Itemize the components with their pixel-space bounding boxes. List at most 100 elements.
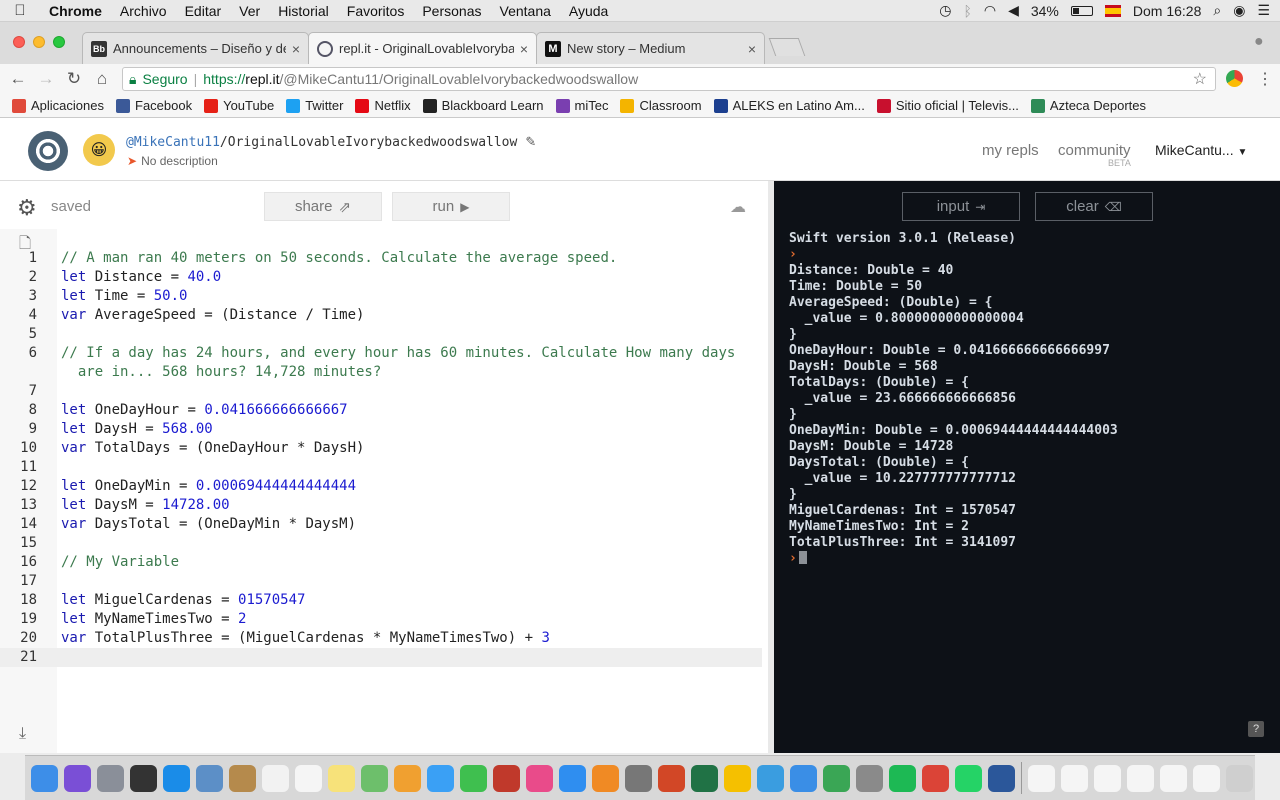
codeblocks-icon[interactable] <box>757 764 784 792</box>
volume-icon[interactable]: ◀ <box>1008 2 1019 19</box>
user-menu[interactable]: MikeCantu... ▼ <box>1155 142 1247 158</box>
pages-icon[interactable] <box>856 764 883 792</box>
edit-pencil-icon[interactable]: ✎ <box>525 135 536 150</box>
photos-icon[interactable] <box>394 764 421 792</box>
new-tab-button[interactable] <box>768 38 806 56</box>
avatar[interactable]: 😀︎ <box>83 134 115 166</box>
window-thumbnail-icon[interactable] <box>1061 764 1088 792</box>
code-line[interactable]: 15 <box>0 534 762 553</box>
address-bar[interactable]: 🔒︎ Seguro | https://repl.it/@MikeCantu11… <box>122 67 1216 91</box>
chrome-icon[interactable] <box>922 764 949 792</box>
replit-logo[interactable] <box>28 131 68 171</box>
tab-medium[interactable]: M New story – Medium × <box>536 32 765 64</box>
code-line[interactable]: 20 var TotalPlusThree = (MiguelCardenas *… <box>0 629 762 648</box>
menu-item-editar[interactable]: Editar <box>176 3 231 19</box>
code-line[interactable]: 14 var DaysTotal = (OneDayMin * DaysM) <box>0 515 762 534</box>
spotlight-search-icon[interactable]: ⌕ <box>1213 2 1221 19</box>
photo-booth-icon[interactable] <box>493 764 520 792</box>
code-line[interactable]: 18 let MiguelCardenas = 01570547 <box>0 591 762 610</box>
repl-name[interactable]: /OriginalLovableIvorybackedwoodswallow <box>220 135 517 150</box>
download-icon[interactable]: ⤓ <box>19 725 26 743</box>
wifi-icon[interactable]: ◠ <box>984 2 996 19</box>
share-button[interactable]: share ⇗ <box>264 192 382 221</box>
app-store-icon[interactable] <box>559 764 586 792</box>
input-source-flag-icon[interactable] <box>1104 4 1121 17</box>
window-thumbnail-icon[interactable] <box>1094 764 1121 792</box>
tab-announcements[interactable]: Bb Announcements – Diseño y de × <box>82 32 309 64</box>
menu-item-archivo[interactable]: Archivo <box>111 3 176 19</box>
spotify-icon[interactable] <box>889 764 916 792</box>
console-pane[interactable]: input ⇥ clear ⌫ Swift version 3.0.1 (Rel… <box>774 181 1280 753</box>
close-tab-icon[interactable]: × <box>292 41 300 57</box>
bluetooth-icon[interactable]: ᛒ <box>963 3 971 19</box>
powerpoint-icon[interactable] <box>658 764 685 792</box>
notification-center-icon[interactable]: ☰ <box>1257 2 1270 19</box>
bookmark-star-icon[interactable]: ☆ <box>1193 69 1207 89</box>
bookmark-youtube[interactable]: YouTube <box>204 98 274 113</box>
stickies-icon[interactable] <box>328 764 355 792</box>
code-line[interactable]: 1 // A man ran 40 meters on 50 seconds. C… <box>0 249 762 268</box>
bookmark-blackboard[interactable]: Blackboard Learn <box>422 98 544 113</box>
forward-icon[interactable]: → <box>32 69 60 89</box>
window-thumbnail-icon[interactable] <box>1127 764 1154 792</box>
help-button[interactable]: ? <box>1248 721 1264 737</box>
battery-icon[interactable] <box>1070 5 1093 16</box>
run-button[interactable]: run ▶ <box>392 192 510 221</box>
close-tab-icon[interactable]: × <box>748 41 756 57</box>
bookmark-azteca[interactable]: Azteca Deportes <box>1030 98 1146 113</box>
code-line[interactable]: 5 <box>0 325 762 344</box>
code-line[interactable]: 6 // If a day has 24 hours, and every hou… <box>0 344 762 382</box>
code-line[interactable]: 2 let Distance = 40.0 <box>0 268 762 287</box>
maps-icon[interactable] <box>361 764 388 792</box>
finder-icon[interactable] <box>31 764 58 792</box>
code-line[interactable]: 8 let OneDayHour = 0.041666666666667 <box>0 401 762 420</box>
keynote-icon[interactable] <box>790 764 817 792</box>
mission-control-icon[interactable] <box>130 764 157 792</box>
chrome-cast-extension-icon[interactable] <box>1226 70 1243 87</box>
code-line[interactable]: 12 let OneDayMin = 0.00069444444444444 <box>0 477 762 496</box>
input-button[interactable]: input ⇥ <box>902 192 1020 221</box>
repl-owner-link[interactable]: @MikeCantu11 <box>126 135 220 150</box>
close-tab-icon[interactable]: × <box>520 41 528 57</box>
window-thumbnail-icon[interactable] <box>1160 764 1187 792</box>
code-line[interactable]: 16 // My Variable <box>0 553 762 572</box>
siri-menu-icon[interactable]: ◉ <box>1233 2 1245 19</box>
messages-icon[interactable] <box>427 764 454 792</box>
bookmark-televisa[interactable]: Sitio oficial | Televis... <box>876 98 1019 113</box>
system-preferences-icon[interactable] <box>625 764 652 792</box>
home-icon[interactable]: ⌂ <box>88 69 116 89</box>
menu-item-ayuda[interactable]: Ayuda <box>560 3 617 19</box>
close-window-button[interactable] <box>13 36 25 48</box>
code-line[interactable]: 10 var TotalDays = (OneDayHour * DaysH) <box>0 439 762 458</box>
bookmark-netflix[interactable]: Netflix <box>355 98 411 113</box>
nav-community[interactable]: community <box>1058 142 1131 159</box>
console-cursor[interactable] <box>798 551 807 564</box>
calendar-icon[interactable] <box>262 764 289 792</box>
apple-icon[interactable]:  <box>0 2 40 19</box>
code-line[interactable]: 3 let Time = 50.0 <box>0 287 762 306</box>
back-icon[interactable]: ← <box>4 69 32 89</box>
bookmark-classroom[interactable]: Classroom <box>620 98 702 113</box>
clear-button[interactable]: clear ⌫ <box>1035 192 1153 221</box>
trash-icon[interactable] <box>1226 764 1253 792</box>
bookmark-apps-grid[interactable]: Aplicaciones <box>12 98 104 113</box>
menu-item-historial[interactable]: Historial <box>269 3 338 19</box>
window-thumbnail-icon[interactable] <box>1028 764 1055 792</box>
tab-replit[interactable]: repl.it - OriginalLovableIvoryba × <box>308 32 537 64</box>
numbers-icon[interactable] <box>823 764 850 792</box>
preview-icon[interactable] <box>196 764 223 792</box>
menu-item-ventana[interactable]: Ventana <box>491 3 560 19</box>
gear-icon[interactable]: ⚙ <box>17 195 37 221</box>
cloud-upload-icon[interactable]: ☁ <box>730 197 746 217</box>
nav-my-repls[interactable]: my repls <box>982 142 1039 159</box>
code-line[interactable]: 9 let DaysH = 568.00 <box>0 420 762 439</box>
chrome-menu-icon[interactable]: ⋮ <box>1257 69 1273 89</box>
code-line[interactable]: 7 <box>0 382 762 401</box>
bookmark-aleks[interactable]: ALEKS en Latino Am... <box>713 98 865 113</box>
menu-item-ver[interactable]: Ver <box>230 3 269 19</box>
itunes-icon[interactable] <box>526 764 553 792</box>
code-line[interactable]: 17 <box>0 572 762 591</box>
time-machine-icon[interactable]: ◷ <box>939 2 951 19</box>
reload-icon[interactable]: ↻ <box>60 69 88 89</box>
code-line[interactable]: 11 <box>0 458 762 477</box>
